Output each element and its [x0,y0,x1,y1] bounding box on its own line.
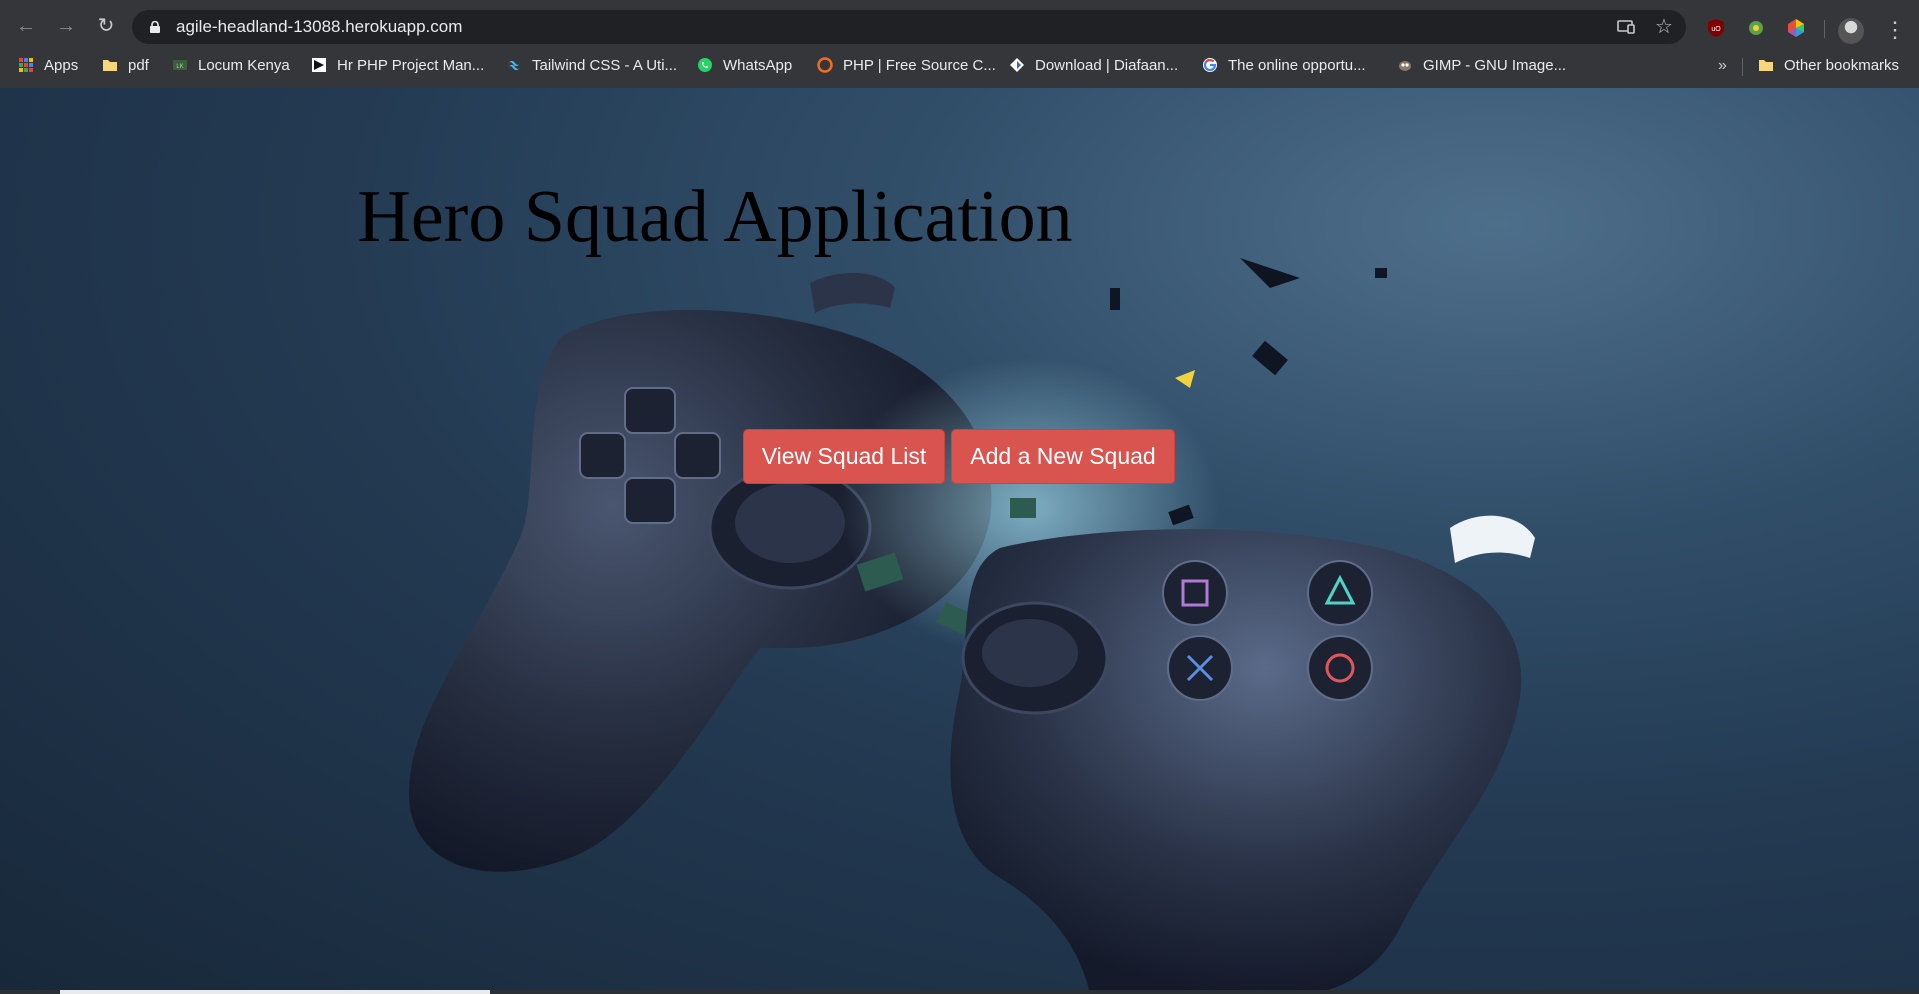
bookmark-apps[interactable]: Apps [18,54,78,78]
bookmark-label: Tailwind CSS - A Uti... [532,57,678,74]
reload-icon[interactable]: ↻ [90,10,122,42]
browser-chrome: ← → ↻ agile-headland-13088.herokuapp.com… [0,0,1919,88]
bookmark-label: Locum Kenya [198,57,290,74]
bookmark-locum-kenya[interactable]: LK Locum Kenya [172,54,290,78]
color-picker-extension-icon[interactable] [1786,18,1806,38]
page-title: Hero Squad Application [357,176,1073,258]
bookmarks-bar: Apps pdf LK Locum Kenya Hr PHP Project M… [0,50,1919,82]
site-favicon: LK [173,60,187,70]
svg-text:LK: LK [176,64,183,70]
bookmark-label: GIMP - GNU Image... [1423,57,1567,74]
bookmarks-overflow-chevron[interactable]: » [1718,54,1727,78]
horizontal-scrollbar-thumb[interactable] [60,990,490,994]
browser-toolbar: ← → ↻ agile-headland-13088.herokuapp.com… [0,6,1919,46]
bookmark-whatsapp[interactable]: WhatsApp [697,54,792,78]
bookmark-pdf[interactable]: pdf [102,54,149,78]
gimp-icon [1399,61,1411,71]
bookmark-label: pdf [128,57,149,74]
bookmark-label: The online opportu... [1228,57,1366,74]
bookmark-label: Apps [44,57,79,74]
browser-menu-icon[interactable]: ⋮ [1884,16,1906,44]
svg-text:uO: uO [1711,26,1721,33]
bookmark-label: WhatsApp [723,57,793,74]
folder-icon [1759,60,1773,71]
bookmark-label: PHP | Free Source C... [843,57,996,74]
bookmark-online-opportunity[interactable]: The online opportu... [1202,54,1366,78]
site-favicon [1010,58,1024,72]
folder-icon [103,60,117,71]
profile-avatar[interactable] [1838,18,1864,44]
ublock-origin-icon[interactable]: uO [1706,18,1726,38]
extension-eye-icon[interactable] [1746,18,1766,38]
page-viewport: Hero Squad Application View Squad List A… [0,88,1919,994]
back-arrow-icon[interactable]: ← [10,10,42,42]
lock-icon [150,21,160,33]
whatsapp-icon [698,58,712,72]
bookmarks-separator [1742,58,1743,76]
other-bookmarks[interactable]: Other bookmarks [1758,54,1899,78]
apps-grid-icon [19,58,33,72]
tailwind-icon [508,60,520,71]
bookmark-hr-php[interactable]: Hr PHP Project Man... [311,54,484,78]
bookmark-tailwind[interactable]: Tailwind CSS - A Uti... [506,54,677,78]
site-favicon [312,58,326,72]
bookmark-label: Hr PHP Project Man... [337,57,485,74]
cast-icon[interactable] [1616,17,1636,37]
bookmark-gimp[interactable]: GIMP - GNU Image... [1397,54,1566,78]
bookmark-label: Download | Diafaan... [1035,57,1179,74]
url-text[interactable]: agile-headland-13088.herokuapp.com [176,10,462,44]
site-favicon [817,57,833,73]
add-new-squad-button[interactable]: Add a New Squad [951,429,1175,484]
google-icon [1203,58,1217,72]
bookmark-star-icon[interactable]: ☆ [1654,17,1674,37]
toolbar-separator [1824,20,1825,38]
bookmark-diafaan[interactable]: Download | Diafaan... [1009,54,1178,78]
other-bookmarks-label: Other bookmarks [1784,57,1900,74]
view-squad-list-button[interactable]: View Squad List [743,429,945,484]
forward-arrow-icon[interactable]: → [50,10,82,42]
address-bar[interactable]: agile-headland-13088.herokuapp.com ☆ [132,10,1686,44]
bookmark-php-free-source[interactable]: PHP | Free Source C... [817,54,996,78]
